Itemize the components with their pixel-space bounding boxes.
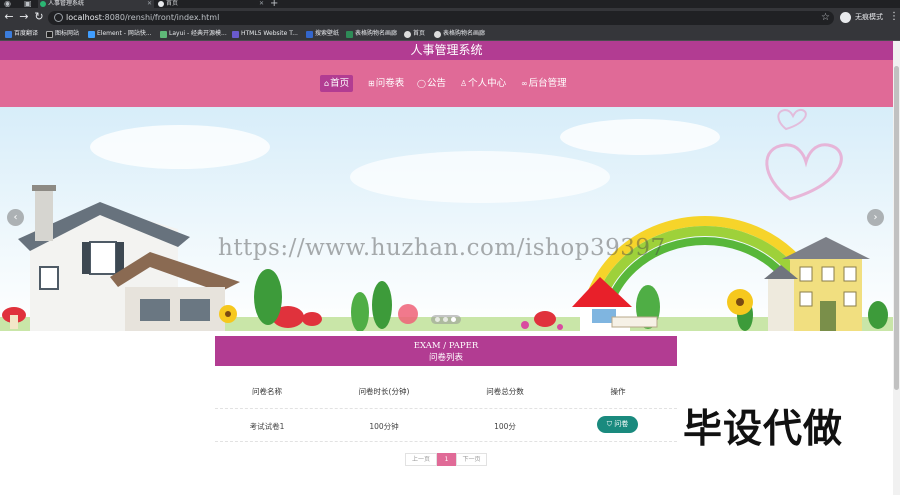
tab-favicon-icon: [40, 1, 46, 7]
nav-item-profile[interactable]: ♙个人中心: [456, 75, 510, 92]
bookmark-favicon-icon: [88, 31, 95, 38]
tab-close-icon[interactable]: ✕: [259, 0, 264, 8]
banner-illustration: [0, 107, 893, 331]
bookmark-favicon-icon: [46, 31, 53, 38]
browser-tab[interactable]: 首页 ✕: [156, 0, 266, 8]
nav-item-notice[interactable]: ◯公告: [413, 75, 450, 92]
reload-icon[interactable]: ↻: [33, 11, 45, 23]
table-icon: ⊞: [368, 79, 375, 88]
mouse-cursor-indicator: [398, 304, 418, 324]
overlay-ad-text: 毕设代做: [683, 407, 844, 452]
forward-icon[interactable]: →: [18, 11, 30, 23]
bookmark-item[interactable]: 首页: [404, 27, 425, 41]
exam-section-header: EXAM / PAPER 问卷列表: [215, 336, 677, 366]
carousel-next-button[interactable]: ›: [867, 209, 884, 226]
bookmark-item[interactable]: Element - 网站快...: [88, 27, 152, 41]
more-menu-icon[interactable]: ⋮: [889, 11, 899, 23]
pager-page-current[interactable]: 1: [437, 453, 456, 466]
user-icon: ♙: [460, 79, 468, 88]
bookmark-item[interactable]: Layui - 经典开源模...: [160, 27, 227, 41]
home-icon: ⌂: [324, 79, 330, 88]
section-title-en: EXAM / PAPER: [413, 341, 479, 351]
tab-search-icon[interactable]: ▣: [24, 0, 32, 8]
cell-exam-duration: 100分钟: [369, 422, 399, 431]
bookmark-favicon-icon: [404, 31, 411, 38]
incognito-profile[interactable]: 无痕模式: [840, 11, 883, 24]
column-header-name: 问卷名称: [252, 387, 282, 396]
address-url: localhost:8080/renshi/front/index.html: [66, 13, 220, 22]
browser-tab-active[interactable]: 人事管理系统 ✕: [38, 0, 154, 8]
back-icon[interactable]: ←: [3, 11, 15, 23]
column-header-duration: 问卷时长(分钟): [358, 387, 410, 396]
bookmark-favicon-icon: [232, 31, 239, 38]
column-header-action: 操作: [610, 387, 626, 396]
site-info-icon[interactable]: [54, 13, 63, 22]
cell-exam-score: 100分: [494, 422, 516, 431]
site-title: 人事管理系统: [410, 43, 483, 57]
pager-prev-button[interactable]: 上一页: [405, 453, 437, 466]
nav-item-home[interactable]: ⌂首页: [320, 75, 354, 92]
nav-item-questionnaire[interactable]: ⊞问卷表: [364, 75, 408, 92]
nav-item-admin[interactable]: ∞后台管理: [517, 75, 571, 92]
section-title-cn: 问卷列表: [428, 353, 463, 363]
site-nav: ⌂首页 ⊞问卷表 ◯公告 ♙个人中心 ∞后台管理: [0, 60, 893, 107]
bookmark-item[interactable]: 表格购物名画廊: [346, 27, 397, 41]
column-header-score: 问卷总分数: [486, 387, 524, 396]
carousel-indicators: [431, 315, 461, 324]
bookmark-favicon-icon: [306, 31, 313, 38]
carousel-prev-button[interactable]: ‹: [7, 209, 24, 226]
browser-menu-icon[interactable]: ◉: [4, 0, 11, 8]
bookmark-item[interactable]: 搜索壁纸: [306, 27, 339, 41]
cell-exam-name: 考试试卷1: [249, 422, 285, 431]
watermark-text: https://www.huzhan.com/ishop39397: [218, 235, 666, 261]
bookmark-item[interactable]: HTML5 Website T...: [232, 27, 298, 41]
browser-tab-bar: ◉ ▣ 人事管理系统 ✕ 首页 ✕ +: [0, 0, 900, 9]
bookmark-star-icon[interactable]: ☆: [821, 12, 830, 24]
page-scrollbar-thumb[interactable]: [894, 66, 899, 390]
banner-carousel[interactable]: https://www.huzhan.com/ishop39397 ‹ ›: [0, 107, 893, 331]
carousel-dot[interactable]: [443, 317, 448, 322]
bookmark-favicon-icon: [5, 31, 12, 38]
address-bar[interactable]: localhost:8080/renshi/front/index.html ☆: [48, 11, 834, 25]
start-questionnaire-button[interactable]: ⛉ 问卷: [597, 416, 638, 433]
tab-title: 首页: [166, 0, 179, 7]
browser-toolbar: ← → ↻ localhost:8080/renshi/front/index.…: [0, 8, 900, 27]
carousel-dot[interactable]: [435, 317, 440, 322]
incognito-icon: [840, 12, 851, 23]
bookmark-favicon-icon: [346, 31, 353, 38]
tab-close-icon[interactable]: ✕: [147, 0, 152, 8]
bookmark-item[interactable]: 图标网站: [46, 27, 79, 41]
tab-title: 人事管理系统: [48, 0, 85, 7]
tab-favicon-icon: [158, 1, 164, 7]
bookmark-favicon-icon: [434, 31, 441, 38]
notice-icon: ◯: [417, 79, 426, 88]
bookmark-favicon-icon: [160, 31, 167, 38]
bookmarks-bar: 百度翻译 图标网站 Element - 网站快... Layui - 经典开源模…: [0, 27, 900, 41]
site-header: 人事管理系统: [0, 41, 893, 60]
carousel-dot[interactable]: [451, 317, 456, 322]
bookmark-item[interactable]: 表格购物名画廊: [434, 27, 485, 41]
bookmark-item[interactable]: 百度翻译: [5, 27, 38, 41]
link-icon: ∞: [521, 79, 528, 88]
pager-next-button[interactable]: 下一页: [456, 453, 487, 466]
